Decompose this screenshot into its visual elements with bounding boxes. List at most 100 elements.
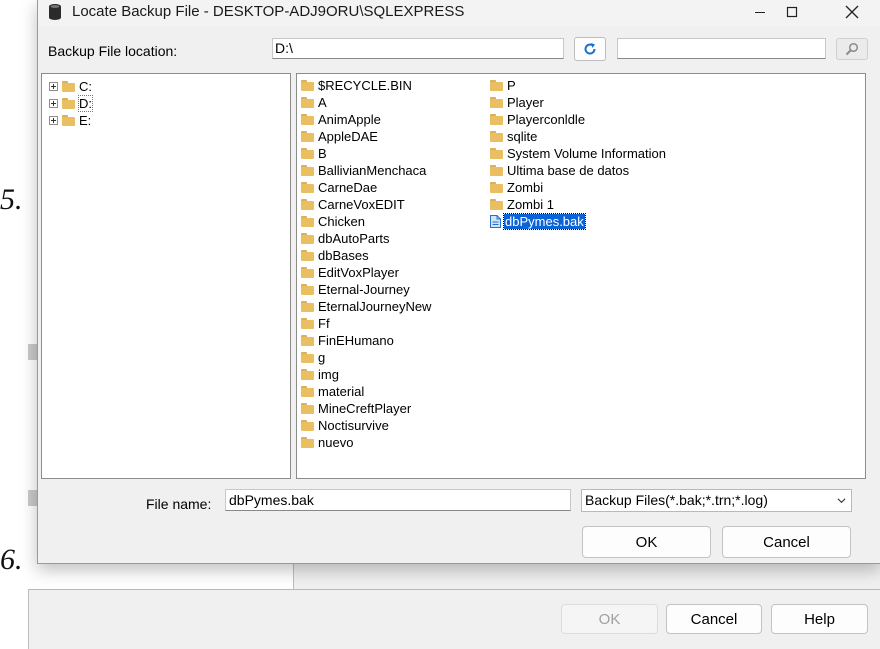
file-list-item[interactable]: $RECYCLE.BIN [301,77,413,94]
file-name: MineCreftPlayer [318,401,412,416]
file-name: FinEHumano [318,333,394,348]
search-input[interactable] [617,38,826,59]
file-name: B [318,146,327,161]
step-number: 6. [0,543,23,576]
file-name: dbBases [318,248,369,263]
parent-ok-button[interactable]: OK [561,604,658,634]
expand-icon[interactable] [49,82,58,91]
expand-icon[interactable] [49,116,58,125]
folder-icon [301,80,314,91]
file-list-item[interactable]: B [301,145,328,162]
parent-cancel-button[interactable]: Cancel [666,604,762,634]
file-type-select[interactable]: Backup Files(*.bak;*.trn;*.log) [581,489,852,512]
file-list-item[interactable]: nuevo [301,434,354,451]
file-list-item[interactable]: CarneDae [301,179,378,196]
file-list-item[interactable]: material [301,383,365,400]
file-list-item[interactable]: System Volume Information [490,145,667,162]
file-list-item[interactable]: CarneVoxEDIT [301,196,406,213]
file-list-item[interactable]: Eternal-Journey [301,281,411,298]
folder-icon [301,420,314,431]
file-name-input[interactable]: dbPymes.bak [225,489,571,511]
file-list-item[interactable]: dbBases [301,247,370,264]
tree-item-d[interactable]: D: [49,95,93,112]
file-list-item[interactable]: img [301,366,340,383]
file-list-item[interactable]: dbAutoParts [301,230,391,247]
file-list-item[interactable]: Zombi 1 [490,196,555,213]
file-list-item-selected[interactable]: dbPymes.bak [490,213,586,230]
drive-tree[interactable]: C: D: E: [41,73,291,479]
file-name: CarneDae [318,180,378,195]
file-list-item[interactable]: A [301,94,328,111]
backup-location-input[interactable]: D:\ [272,38,564,59]
file-name: dbPymes.bak [503,213,586,230]
folder-icon [301,148,314,159]
search-button[interactable] [836,38,868,60]
file-type-value: Backup Files(*.bak;*.trn;*.log) [585,492,768,508]
file-list-item[interactable]: Ff [301,315,331,332]
file-list[interactable]: $RECYCLE.BIN A AnimApple AppleDAE B Ball… [296,73,866,479]
tree-item-c[interactable]: C: [49,78,92,95]
folder-icon [490,97,503,108]
folder-icon [301,97,314,108]
file-list-item[interactable]: EditVoxPlayer [301,264,400,281]
tree-item-e[interactable]: E: [49,112,91,129]
file-name: CarneVoxEDIT [318,197,405,212]
file-list-item[interactable]: sqlite [490,128,538,145]
file-name: Noctisurvive [318,418,389,433]
folder-icon [301,216,314,227]
file-name: Eternal-Journey [318,282,410,297]
file-name: g [318,350,326,365]
refresh-button[interactable] [574,37,606,61]
title-bar[interactable]: Locate Backup File - DESKTOP-ADJ9ORU\SQL… [38,0,880,26]
file-name: dbAutoParts [318,231,390,246]
file-list-item[interactable]: FinEHumano [301,332,395,349]
dialog-title: Locate Backup File - DESKTOP-ADJ9ORU\SQL… [72,3,465,20]
file-name: nuevo [318,435,354,450]
file-list-item[interactable]: Noctisurvive [301,417,390,434]
parent-help-button[interactable]: Help [771,604,868,634]
folder-icon [301,267,314,278]
backup-location-label: Backup File location: [48,43,178,59]
file-name: Player [507,95,544,110]
database-icon [49,4,61,20]
file-name: P [507,78,516,93]
file-name: BallivianMenchaca [318,163,427,178]
folder-icon [490,165,503,176]
file-list-item[interactable]: EternalJourneyNew [301,298,432,315]
ok-button[interactable]: OK [582,526,711,558]
file-list-item[interactable]: AnimApple [301,111,382,128]
file-list-item[interactable]: Chicken [301,213,366,230]
folder-icon [301,199,314,210]
file-name: Ultima base de datos [507,163,630,178]
file-list-item[interactable]: MineCreftPlayer [301,400,412,417]
file-list-item[interactable]: Zombi [490,179,544,196]
tree-item-label: D: [78,95,93,112]
folder-icon [301,335,314,346]
folder-icon [62,98,75,109]
folder-icon [490,114,503,125]
folder-icon [301,369,314,380]
cancel-button[interactable]: Cancel [722,526,851,558]
file-name: AppleDAE [318,129,378,144]
file-list-item[interactable]: Ultima base de datos [490,162,630,179]
expand-icon[interactable] [49,99,58,108]
file-name: material [318,384,365,399]
file-list-item[interactable]: Player [490,94,545,111]
tree-item-label: C: [79,79,92,94]
refresh-icon [584,43,596,55]
folder-icon [301,233,314,244]
maximize-button[interactable] [769,0,815,24]
folder-icon [62,81,75,92]
file-name: EditVoxPlayer [318,265,399,280]
file-name: Chicken [318,214,365,229]
file-list-item[interactable]: P [490,77,517,94]
file-list-item[interactable]: g [301,349,326,366]
file-list-item[interactable]: Playerconldle [490,111,586,128]
file-name: sqlite [507,129,538,144]
close-button[interactable] [829,0,875,24]
file-list-item[interactable]: AppleDAE [301,128,379,145]
folder-icon [301,437,314,448]
file-name: System Volume Information [507,146,666,161]
file-name: Ff [318,316,330,331]
file-list-item[interactable]: BallivianMenchaca [301,162,427,179]
